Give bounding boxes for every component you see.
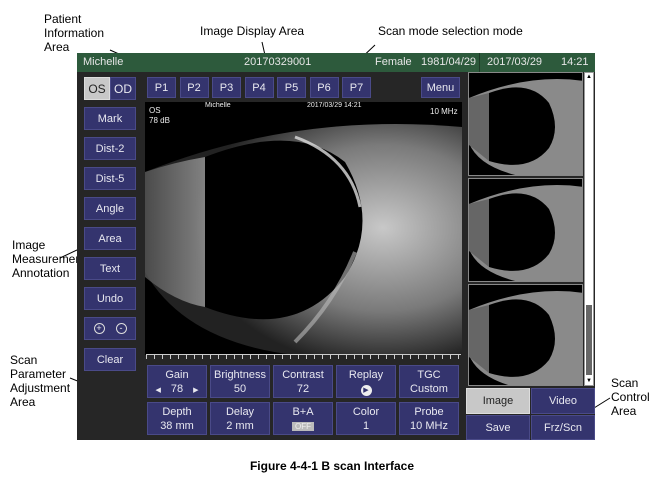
param-value: OFF <box>292 422 314 431</box>
image-mode-button[interactable]: Image <box>466 388 530 414</box>
video-mode-button[interactable]: Video <box>531 388 595 414</box>
zoom-buttons: + - <box>84 317 136 340</box>
param-brightness-control[interactable]: Brightness 50 <box>210 365 270 398</box>
zoom-out-icon[interactable]: - <box>115 323 127 334</box>
param-label: TGC <box>417 369 441 381</box>
param-label: Depth <box>162 406 192 418</box>
patient-id: 20170329001 <box>244 56 312 68</box>
save-button[interactable]: Save <box>466 415 530 440</box>
param-value: 2 mm <box>226 420 254 432</box>
preset-p2-button[interactable]: P2 <box>179 77 209 98</box>
tool-mark-button[interactable]: Mark <box>84 107 136 130</box>
annotation-patient-info: Patient Information Area <box>44 12 105 54</box>
exam-time: 14:21 <box>561 56 589 68</box>
param-value: 78 <box>170 383 184 395</box>
preset-p1-button[interactable]: P1 <box>147 77 176 98</box>
patient-name: Michelle <box>83 56 124 68</box>
thumbnail-scrollbar[interactable]: ▲ ▼ <box>584 72 594 386</box>
patient-sex: Female <box>375 56 412 68</box>
param-value: 10 MHz <box>410 420 448 432</box>
eye-od-button[interactable]: OD <box>110 77 136 100</box>
param-gain-control[interactable]: Gain ◀ 78 ▶ <box>147 365 207 398</box>
preset-p7-button[interactable]: P7 <box>342 77 371 98</box>
preset-p4-button[interactable]: P4 <box>244 77 274 98</box>
depth-ruler <box>146 354 461 359</box>
annotation-scan-control: Scan Control Area <box>611 376 650 418</box>
param-label: Probe <box>414 406 444 418</box>
param-value: 38 mm <box>160 420 194 432</box>
tool-angle-button[interactable]: Angle <box>84 197 136 220</box>
param-depth-control[interactable]: Depth 38 mm <box>147 402 207 435</box>
thumbnail-image[interactable] <box>468 284 583 386</box>
param-color-control[interactable]: Color 1 <box>336 402 396 435</box>
scrollbar-thumb[interactable] <box>586 305 592 375</box>
preset-p3-button[interactable]: P3 <box>212 77 241 98</box>
annotation-scan-param: Scan Parameter Adjustment Area <box>10 353 71 409</box>
tool-dist-5-button[interactable]: Dist-5 <box>84 167 136 190</box>
param-contrast-control[interactable]: Contrast 72 <box>273 365 333 398</box>
image-display-area: OS 78 dB Michelle 2017/03/29 14:21 10 MH… <box>145 102 462 355</box>
tool-text-button[interactable]: Text <box>84 257 136 280</box>
param-label: Replay <box>348 369 384 381</box>
thumbnail-image[interactable] <box>468 178 583 282</box>
clear-button[interactable]: Clear <box>84 348 136 371</box>
freeze-scan-button[interactable]: Frz/Scn <box>531 415 595 440</box>
thumbnail-image[interactable] <box>468 72 583 176</box>
annotation-scan-mode: Scan mode selection mode <box>378 24 523 38</box>
eye-os-button[interactable]: OS <box>84 77 110 100</box>
annotation-measurement: Image Measurement Annotation <box>12 238 86 280</box>
overlay-name: Michelle <box>205 102 231 109</box>
patient-dob: 1981/04/29 <box>421 56 477 68</box>
annotation-image-display: Image Display Area <box>200 24 305 38</box>
param-label: Contrast <box>282 369 324 381</box>
tool-undo-button[interactable]: Undo <box>84 287 136 310</box>
param-probe-control[interactable]: Probe 10 MHz <box>399 402 459 435</box>
patient-info-bar: Michelle 20170329001 Female 1981/04/29 2… <box>77 53 595 72</box>
tool-dist-2-button[interactable]: Dist-2 <box>84 137 136 160</box>
param-value: 72 <box>296 383 310 395</box>
param-label: Gain <box>165 369 189 381</box>
param-label: Color <box>352 406 380 418</box>
param-label: B+A <box>292 406 314 418</box>
preset-p5-button[interactable]: P5 <box>277 77 306 98</box>
exam-date: 2017/03/29 <box>487 56 543 68</box>
overlay-gain: 78 dB <box>149 116 170 125</box>
param-value: 1 <box>362 420 370 432</box>
param-label: Brightness <box>214 369 266 381</box>
preset-p6-button[interactable]: P6 <box>309 77 339 98</box>
param-tgc-control[interactable]: TGC Custom <box>399 365 459 398</box>
overlay-datetime: 2017/03/29 14:21 <box>307 102 362 109</box>
menu-button[interactable]: Menu <box>421 77 460 98</box>
tool-area-button[interactable]: Area <box>84 227 136 250</box>
zoom-in-icon[interactable]: + <box>93 323 105 334</box>
param-value: 50 <box>233 383 247 395</box>
figure-caption: Figure 4-4-1 B scan Interface <box>249 459 415 473</box>
gain-increase-icon[interactable]: ▶ <box>193 387 198 394</box>
overlay-eye: OS <box>149 106 161 115</box>
param-b-a-control[interactable]: B+A OFF <box>273 402 333 435</box>
param-value: Custom <box>410 383 448 395</box>
param-delay-control[interactable]: Delay 2 mm <box>210 402 270 435</box>
overlay-frequency: 10 MHz <box>430 107 458 116</box>
ultrasound-image <box>145 124 462 355</box>
param-label: Delay <box>225 406 255 418</box>
param-replay-control[interactable]: Replay ▶ <box>336 365 396 398</box>
scroll-down-icon[interactable]: ▼ <box>586 378 592 384</box>
replay-play-icon[interactable]: ▶ <box>360 385 372 396</box>
scroll-up-icon[interactable]: ▲ <box>586 74 592 80</box>
gain-decrease-icon[interactable]: ◀ <box>155 387 160 394</box>
